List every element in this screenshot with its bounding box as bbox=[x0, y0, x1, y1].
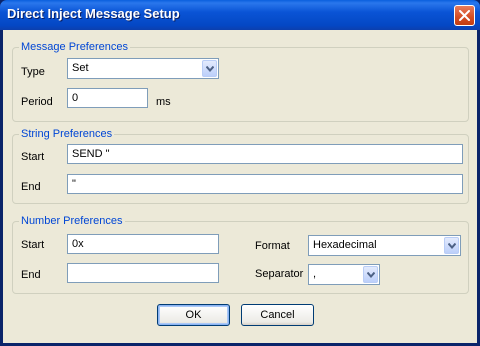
period-input[interactable] bbox=[67, 88, 148, 108]
string-preferences-legend: String Preferences bbox=[19, 127, 115, 141]
close-icon bbox=[459, 10, 470, 21]
separator-select-value: , bbox=[313, 268, 317, 280]
chevron-down-icon bbox=[367, 272, 375, 278]
separator-label: Separator bbox=[255, 268, 304, 280]
string-start-input[interactable] bbox=[67, 144, 463, 164]
number-end-input[interactable] bbox=[67, 263, 219, 283]
close-button[interactable] bbox=[454, 5, 475, 26]
period-unit-label: ms bbox=[156, 96, 171, 108]
format-label: Format bbox=[255, 240, 290, 252]
message-preferences-group: Message Preferences Type Set Period ms bbox=[12, 40, 469, 122]
type-select-dropdown-button[interactable] bbox=[202, 60, 217, 77]
string-end-input[interactable] bbox=[67, 174, 463, 194]
separator-select-dropdown-button[interactable] bbox=[363, 266, 378, 283]
dialog-window: Direct Inject Message Setup Message Pref… bbox=[0, 0, 480, 346]
window-title: Direct Inject Message Setup bbox=[7, 6, 180, 21]
chevron-down-icon bbox=[448, 243, 456, 249]
cancel-button[interactable]: Cancel bbox=[241, 304, 314, 326]
chevron-down-icon bbox=[206, 66, 214, 72]
number-preferences-legend: Number Preferences bbox=[19, 214, 125, 228]
string-end-label: End bbox=[21, 181, 41, 193]
type-select-value: Set bbox=[72, 62, 89, 74]
ok-button[interactable]: OK bbox=[157, 304, 230, 326]
string-start-label: Start bbox=[21, 151, 45, 163]
number-end-label: End bbox=[21, 269, 41, 281]
period-label: Period bbox=[21, 96, 53, 108]
separator-select[interactable]: , bbox=[308, 264, 380, 285]
type-label: Type bbox=[21, 66, 45, 78]
format-select[interactable]: Hexadecimal bbox=[308, 235, 461, 256]
dialog-client-area: Message Preferences Type Set Period ms S… bbox=[3, 30, 477, 343]
format-select-dropdown-button[interactable] bbox=[444, 237, 459, 254]
string-preferences-group: String Preferences Start End bbox=[12, 127, 469, 204]
message-preferences-legend: Message Preferences bbox=[19, 40, 130, 54]
title-bar[interactable]: Direct Inject Message Setup bbox=[0, 0, 480, 30]
number-start-label: Start bbox=[21, 239, 45, 251]
number-start-input[interactable] bbox=[67, 234, 219, 254]
type-select[interactable]: Set bbox=[67, 58, 219, 79]
format-select-value: Hexadecimal bbox=[313, 239, 377, 251]
number-preferences-group: Number Preferences Start End Format Hexa… bbox=[12, 214, 469, 294]
